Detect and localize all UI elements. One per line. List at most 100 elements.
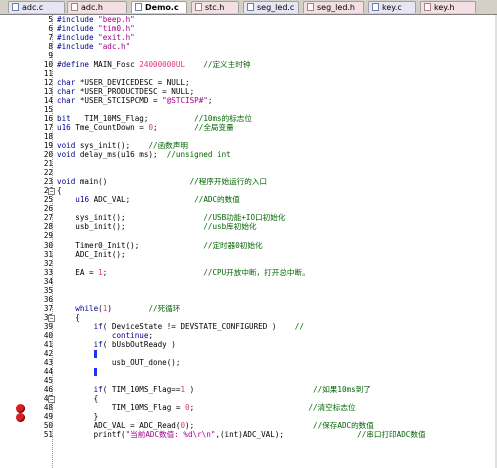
tab-stc-h[interactable]: stc.h <box>191 1 239 13</box>
tab-seg-led-c[interactable]: seg_led.c <box>243 1 299 13</box>
code-text: TIM_10MS_Flag = <box>57 402 186 412</box>
code-text: TIM_10MS_Flag; <box>75 114 195 124</box>
fold-toggle-icon[interactable]: − <box>48 314 55 322</box>
line-number: 36 <box>43 294 53 304</box>
code-text: { <box>57 393 99 403</box>
tab-adc-h[interactable]: adc.h <box>67 1 127 13</box>
fold-toggle-icon[interactable]: − <box>48 395 55 403</box>
fold-toggle-icon[interactable]: − <box>48 188 55 196</box>
line-number: 46 <box>43 384 53 394</box>
code-string: "beep.h" <box>98 15 135 24</box>
code-keyword: void <box>57 150 80 160</box>
code-line[interactable]: 51 printf("当前ADC数值: %d\r\n",(int)ADC_VAL… <box>0 429 497 439</box>
code-comment: //定时器0初始化 <box>203 240 263 250</box>
code-keyword: void <box>57 141 80 151</box>
code-comment: //串口打印ADC数值 <box>357 429 426 439</box>
code-line[interactable]: 31 ADC_Init(); <box>0 250 497 259</box>
file-tab-bar: adc.c adc.h Demo.c stc.h seg_led.c seg_led.h k… <box>0 0 497 15</box>
tab-key-h[interactable]: key.h <box>420 1 476 13</box>
tab-label: key.h <box>434 3 455 12</box>
line-source: void delay_ms(u16 ms); //unsigned int <box>57 151 231 159</box>
tab-seg-led-h[interactable]: seg_led.h <box>303 1 364 13</box>
line-number: 30 <box>43 240 53 250</box>
code-text: ; <box>189 402 309 412</box>
code-text: Timer0_Init(); <box>57 240 204 250</box>
line-number: 34 <box>43 276 53 286</box>
code-line[interactable]: 10 #define MAIN_Fosc 24000000UL //定义主时钟 <box>0 60 497 70</box>
code-line[interactable]: 44 <box>0 367 497 377</box>
line-source: printf("当前ADC数值: %d\r\n",(int)ADC_VAL); … <box>57 429 426 439</box>
breakpoint-icon[interactable] <box>16 403 25 413</box>
line-source: EA = 1; //CPU开放中断，打开总中断。 <box>57 267 309 277</box>
line-source: if( TIM_10MS_Flag==1 ) //如果10ms到了 <box>57 385 371 394</box>
breakpoint-icon[interactable] <box>16 412 25 422</box>
code-text: ; <box>102 267 204 277</box>
code-keyword: continue <box>111 330 149 340</box>
line-source: u16 ADC_VAL; //ADC的数值 <box>57 196 240 204</box>
code-line[interactable]: 35 <box>0 285 497 295</box>
code-keyword: u16 <box>75 195 94 205</box>
code-text: { <box>57 312 80 322</box>
code-line[interactable]: 33 EA = 1; //CPU开放中断，打开总中断。 <box>0 267 497 277</box>
code-text: ( bUsbOutReady ) <box>102 339 176 349</box>
line-source <box>57 367 97 377</box>
code-line[interactable]: 14 char *USER_STCISPCMD = "@STCISP#"; <box>0 96 497 106</box>
code-line[interactable]: 17 u16 Tme_CountDown = 0; //全局变量 <box>0 123 497 132</box>
code-text: ADC_VAL = ADC_Read( <box>57 420 181 430</box>
code-comment: //清空标志位 <box>308 402 356 412</box>
tab-label: seg_led.c <box>257 3 295 12</box>
code-line[interactable]: 34 <box>0 276 497 286</box>
code-keyword: bit <box>57 114 76 124</box>
code-comment: // <box>294 321 304 331</box>
code-comment: //unsigned int <box>166 150 231 160</box>
tab-adc-c[interactable]: adc.c <box>8 1 65 13</box>
code-line[interactable]: 21 <box>0 159 497 168</box>
code-text: *USER_DEVICEDESC = NULL; <box>79 78 190 88</box>
tab-key-c[interactable]: key.c <box>368 1 416 13</box>
code-line[interactable]: 23 void main() //程序开始运行的入口 <box>0 177 497 186</box>
code-keyword: #define <box>57 60 94 70</box>
file-icon <box>372 3 379 11</box>
line-number: 42 <box>43 348 53 358</box>
code-text: ; <box>207 96 213 106</box>
code-number: 24000000UL <box>139 60 186 70</box>
code-text: MAIN_Fosc <box>93 60 140 70</box>
code-text: ,(int)ADC_VAL); <box>215 429 358 439</box>
brace-match-highlight <box>93 367 97 376</box>
code-keyword: while <box>75 303 99 313</box>
line-number: 51 <box>43 429 53 439</box>
code-text: main() <box>79 177 190 187</box>
file-icon <box>424 3 431 11</box>
tab-demo-c[interactable]: Demo.c <box>131 1 187 13</box>
line-source: usb_OUT_done(); <box>57 358 181 367</box>
line-number: 35 <box>43 285 53 295</box>
code-string: "@STCISP#" <box>162 96 208 106</box>
code-line[interactable]: 25 u16 ADC_VAL; //ADC的数值 <box>0 195 497 204</box>
code-comment: //死循环 <box>148 303 181 313</box>
tab-label: adc.h <box>81 3 103 12</box>
code-string: "adc.h" <box>98 42 131 52</box>
code-line[interactable]: 28 usb_init(); //usb库初始化 <box>0 223 497 232</box>
code-comment: //定义主时钟 <box>203 60 251 70</box>
code-text: ; <box>148 330 154 340</box>
code-text: } <box>57 411 99 421</box>
code-line[interactable]: 43 usb_OUT_done(); <box>0 358 497 367</box>
tab-label: seg_led.h <box>317 3 356 12</box>
code-line[interactable]: 8 #include "adc.h" <box>0 42 497 52</box>
code-line[interactable]: 20 void delay_ms(u16 ms); //unsigned int <box>0 150 497 159</box>
code-string: "当前ADC数值: %d\r\n" <box>125 429 216 439</box>
tab-label: stc.h <box>205 3 225 12</box>
code-text: EA = <box>57 267 99 277</box>
code-text: printf( <box>57 429 126 439</box>
code-keyword: void <box>57 177 80 187</box>
code-comment: //10ms的标志位 <box>194 114 252 124</box>
line-source: usb_init(); //usb库初始化 <box>57 223 256 231</box>
line-source: void main() //程序开始运行的入口 <box>57 178 267 186</box>
code-line[interactable]: 41 if( bUsbOutReady ) <box>0 339 497 349</box>
